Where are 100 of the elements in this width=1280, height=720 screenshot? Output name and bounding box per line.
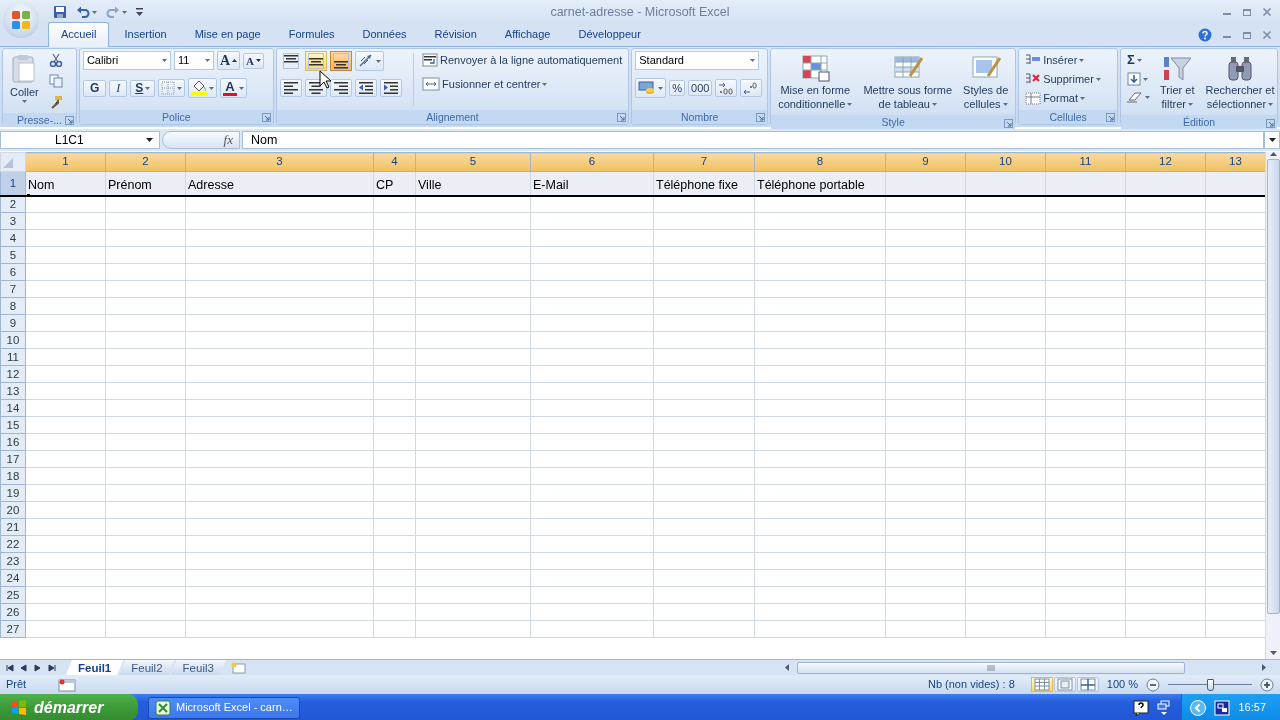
- scroll-down-icon[interactable]: [1269, 651, 1277, 655]
- increase-decimal-button[interactable]: [715, 79, 738, 97]
- fill-color-button[interactable]: [188, 78, 218, 99]
- bold-button[interactable]: G: [82, 79, 107, 97]
- next-sheet-icon[interactable]: [34, 663, 42, 672]
- zoom-level-text: 100 %: [1106, 677, 1138, 693]
- number-format-field[interactable]: Standard: [635, 51, 760, 70]
- style-button[interactable]: Mettre sous forme de tableau: [859, 51, 957, 114]
- editing-button[interactable]: Rechercher et sélectionner: [1201, 51, 1279, 114]
- column-header[interactable]: 13: [1205, 152, 1265, 172]
- cells-button[interactable]: Format: [1022, 89, 1114, 107]
- column-header[interactable]: 6: [530, 152, 654, 172]
- help-icon[interactable]: [1198, 28, 1212, 42]
- macro-record-icon[interactable]: [58, 677, 77, 692]
- dialog-launcher-icon[interactable]: [1266, 118, 1275, 128]
- customize-toolbar-button[interactable]: [133, 6, 146, 18]
- wrap-text-button[interactable]: Renvoyer à la ligne automatiquement: [419, 51, 626, 69]
- zoom-in-icon[interactable]: [1260, 677, 1274, 692]
- first-sheet-icon[interactable]: [6, 663, 14, 672]
- restore-icon[interactable]: [1242, 7, 1252, 17]
- ribbon-tab[interactable]: Accueil: [48, 21, 110, 47]
- column-header[interactable]: 12: [1125, 152, 1206, 172]
- close-icon[interactable]: [1262, 7, 1272, 17]
- view-button[interactable]: [1076, 677, 1099, 692]
- scroll-right-icon[interactable]: [1262, 664, 1266, 671]
- restore-icon[interactable]: [1242, 30, 1252, 40]
- increase-indent-button[interactable]: [379, 79, 402, 97]
- dialog-launcher-icon[interactable]: [1004, 118, 1014, 128]
- percent-button[interactable]: %: [669, 79, 686, 97]
- cells-button[interactable]: Insérer: [1022, 51, 1114, 69]
- scroll-left-icon[interactable]: [785, 664, 789, 671]
- last-sheet-icon[interactable]: [48, 663, 56, 672]
- close-icon[interactable]: [1262, 30, 1272, 40]
- column-header[interactable]: 10: [965, 152, 1046, 172]
- paste-button[interactable]: Coller: [6, 51, 43, 111]
- insert-function-button[interactable]: fx: [223, 130, 233, 150]
- merge-center-button[interactable]: Fusionner et centrer: [419, 75, 626, 93]
- network-icon[interactable]: [1157, 699, 1172, 716]
- zoom-out-icon[interactable]: [1146, 677, 1160, 692]
- style-button[interactable]: Styles de cellules: [959, 51, 1013, 114]
- decrease-indent-button[interactable]: [354, 79, 377, 97]
- cells-button[interactable]: Supprimer: [1022, 70, 1114, 88]
- table-cell: Adresse: [185, 171, 374, 196]
- row-header[interactable]: 1: [0, 171, 26, 196]
- sheet-tab[interactable]: Feuil3: [170, 660, 226, 675]
- font-name-field[interactable]: Calibri: [82, 51, 171, 71]
- decrease-decimal-icon-button[interactable]: [740, 79, 763, 97]
- ribbon-tab[interactable]: Formules: [275, 21, 348, 46]
- dialog-launcher-icon[interactable]: [756, 113, 766, 123]
- column-header[interactable]: 2: [105, 152, 186, 172]
- grow-font-button[interactable]: A: [216, 51, 241, 71]
- dialog-launcher-icon[interactable]: [64, 116, 74, 126]
- zoom-slider[interactable]: [1168, 678, 1252, 691]
- start-button[interactable]: démarrer: [0, 694, 138, 720]
- vertical-align-button[interactable]: [329, 51, 352, 71]
- previous-sheet-icon[interactable]: [20, 663, 28, 672]
- font-color-button[interactable]: A: [220, 78, 247, 99]
- accounting-format-button[interactable]: [635, 78, 667, 98]
- sheet-tab[interactable]: Feuil2: [119, 660, 175, 675]
- ribbon-tab[interactable]: Affichage: [491, 21, 564, 46]
- shrink-font-button[interactable]: A: [243, 52, 264, 69]
- orientation-button[interactable]: [354, 51, 384, 71]
- editing-button[interactable]: Trier et filtrer: [1156, 51, 1199, 114]
- formula-field[interactable]: Nom: [242, 131, 1264, 149]
- vertical-scrollbar[interactable]: [1265, 152, 1280, 659]
- autosum-button[interactable]: Σ: [1124, 51, 1153, 70]
- slider-thumb[interactable]: [1207, 678, 1214, 691]
- view-button[interactable]: [1030, 677, 1053, 692]
- dialog-launcher-icon[interactable]: [261, 113, 271, 123]
- horizontal-align-button[interactable]: [329, 79, 352, 97]
- column-header[interactable]: 4: [373, 152, 416, 172]
- clear-button[interactable]: [1124, 89, 1153, 106]
- ribbon-tab[interactable]: Mise en page: [181, 21, 274, 46]
- display-icon[interactable]: [1214, 699, 1231, 716]
- ribbon-tab[interactable]: Développeur: [565, 21, 654, 46]
- italic-button[interactable]: I: [109, 79, 128, 97]
- column-header[interactable]: 5: [415, 152, 531, 172]
- name-box[interactable]: L1C1: [0, 131, 160, 149]
- column-header[interactable]: 1: [25, 152, 106, 172]
- underline-button[interactable]: S: [130, 79, 156, 97]
- column-header[interactable]: 7: [653, 152, 755, 172]
- ribbon-tab[interactable]: Révision: [421, 21, 490, 46]
- column-header[interactable]: 9: [885, 152, 966, 172]
- help-tray-icon[interactable]: [1133, 699, 1150, 716]
- thousands-button[interactable]: 000: [688, 79, 713, 97]
- ribbon-tab[interactable]: Données: [349, 21, 420, 46]
- sheet-tab[interactable]: Feuil1: [66, 660, 124, 675]
- column-header[interactable]: 11: [1045, 152, 1126, 172]
- dialog-launcher-icon[interactable]: [1106, 113, 1115, 123]
- vertical-align-button[interactable]: [304, 51, 327, 71]
- style-button[interactable]: Mise en forme conditionnelle: [774, 51, 857, 114]
- taskbar-button[interactable]: Microsoft Excel - carn…: [148, 696, 300, 719]
- expand-formula-button[interactable]: [1264, 131, 1280, 149]
- ribbon-tab[interactable]: Insertion: [111, 21, 180, 46]
- horizontal-align-button[interactable]: [279, 79, 302, 97]
- font-size-field[interactable]: 11: [173, 51, 214, 71]
- column-header[interactable]: 8: [754, 152, 886, 172]
- column-header[interactable]: 3: [185, 152, 374, 172]
- show-hidden-icons[interactable]: [1190, 699, 1207, 716]
- dialog-launcher-icon[interactable]: [617, 113, 627, 123]
